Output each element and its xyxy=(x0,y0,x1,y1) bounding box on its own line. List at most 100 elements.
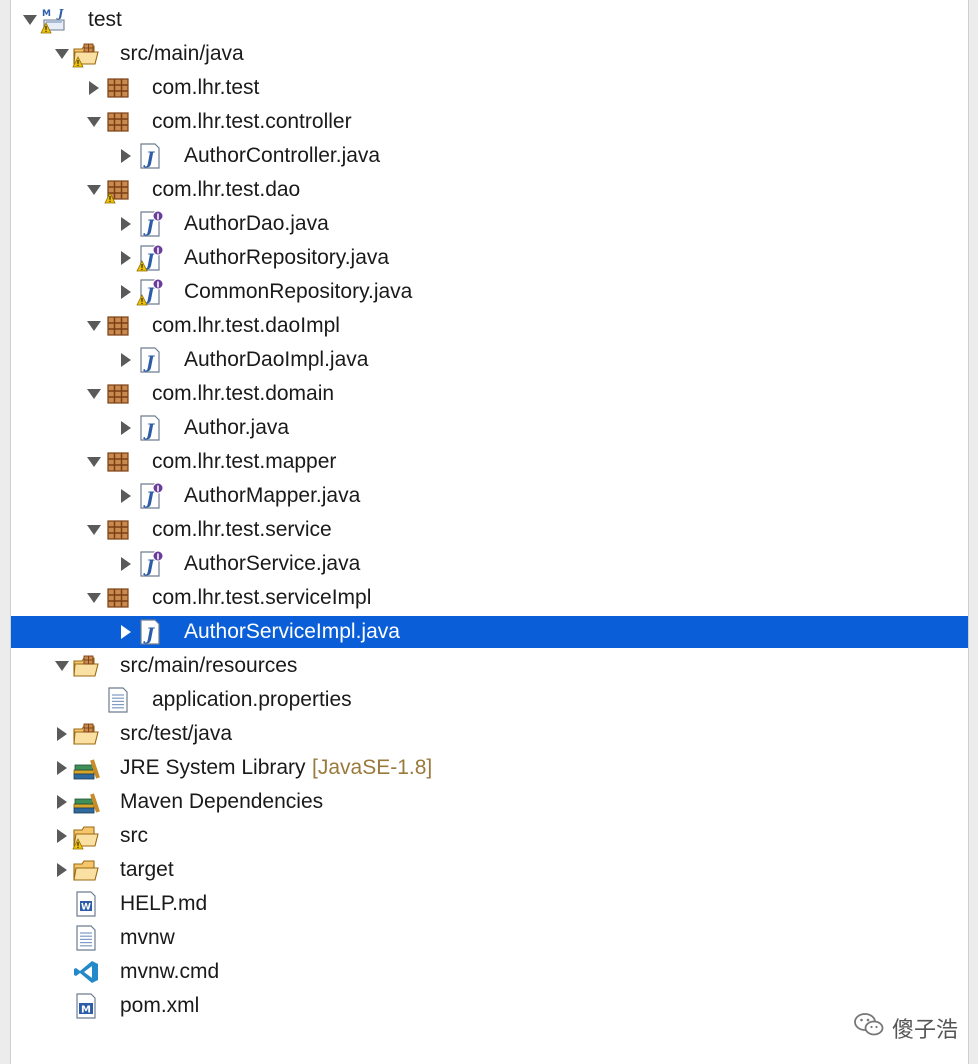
expanded-twisty-icon[interactable] xyxy=(19,4,41,36)
tree-item-com-lhr-test-service[interactable]: com.lhr.test.service xyxy=(11,514,968,546)
tree-item-authorrepository-java[interactable]: J I AuthorRepository.java xyxy=(11,242,968,274)
expanded-twisty-icon[interactable] xyxy=(83,378,105,410)
tree-item-src-test-java[interactable]: src/test/java xyxy=(11,718,968,750)
tree-item-authorserviceimpl-java[interactable]: J AuthorServiceImpl.java xyxy=(11,616,968,648)
tree-item-test[interactable]: M J test xyxy=(11,4,968,36)
collapsed-twisty-icon[interactable] xyxy=(115,616,137,648)
java-interface-icon: JI xyxy=(136,550,164,578)
tree-item-com-lhr-test-daoimpl[interactable]: com.lhr.test.daoImpl xyxy=(11,310,968,342)
maven-project-warning-icon: MJ xyxy=(40,6,68,34)
package-icon xyxy=(104,584,132,612)
tree-item-help-md[interactable]: W HELP.md xyxy=(11,888,968,920)
collapsed-twisty-icon[interactable] xyxy=(115,140,137,172)
tree-item-label: com.lhr.test.daoImpl xyxy=(152,314,340,337)
expanded-twisty-icon[interactable] xyxy=(83,310,105,342)
tree-item-label: AuthorServiceImpl.java xyxy=(184,620,400,643)
library-icon xyxy=(72,788,100,816)
tree-item-com-lhr-test-dao[interactable]: com.lhr.test.dao xyxy=(11,174,968,206)
tree-item-authorservice-java[interactable]: J I AuthorService.java xyxy=(11,548,968,580)
expanded-twisty-icon[interactable] xyxy=(83,514,105,546)
java-interface-icon: JI xyxy=(136,210,164,238)
tree-item-com-lhr-test-controller[interactable]: com.lhr.test.controller xyxy=(11,106,968,138)
collapsed-twisty-icon[interactable] xyxy=(115,480,137,512)
tree-item-com-lhr-test[interactable]: com.lhr.test xyxy=(11,72,968,104)
package-icon xyxy=(104,312,132,340)
expanded-twisty-icon[interactable] xyxy=(83,174,105,206)
tree-item-label: Author.java xyxy=(184,416,290,439)
java-interface-warning-icon: JI xyxy=(136,244,164,272)
expanded-twisty-icon[interactable] xyxy=(83,446,105,478)
tree-item-label: HELP.md xyxy=(120,892,208,915)
tree-item-label: test xyxy=(88,8,122,31)
folder-icon xyxy=(72,856,100,884)
tree-item-label: com.lhr.test.service xyxy=(152,518,332,541)
watermark: 傻子浩 xyxy=(854,1012,958,1044)
expanded-twisty-icon[interactable] xyxy=(83,106,105,138)
collapsed-twisty-icon[interactable] xyxy=(51,854,73,886)
collapsed-twisty-icon[interactable] xyxy=(51,752,73,784)
text-file-icon xyxy=(104,686,132,714)
tree-item-authorcontroller-java[interactable]: J AuthorController.java xyxy=(11,140,968,172)
tree-item-label: mvnw xyxy=(120,926,175,949)
tree-item-mvnw-cmd[interactable]: mvnw.cmd xyxy=(11,956,968,988)
tree-item-authormapper-java[interactable]: J I AuthorMapper.java xyxy=(11,480,968,512)
source-folder-warning-icon xyxy=(72,40,100,68)
tree-item-application-properties[interactable]: application.properties xyxy=(11,684,968,716)
java-interface-icon: JI xyxy=(136,482,164,510)
tree-item-decoration: [JavaSE-1.8] xyxy=(312,756,433,779)
expanded-twisty-icon[interactable] xyxy=(51,650,73,682)
package-icon xyxy=(104,108,132,136)
collapsed-twisty-icon[interactable] xyxy=(51,718,73,750)
collapsed-twisty-icon[interactable] xyxy=(51,820,73,852)
tree-item-label: AuthorService.java xyxy=(184,552,361,575)
tree-item-author-java[interactable]: J Author.java xyxy=(11,412,968,444)
folder-warning-icon xyxy=(72,822,100,850)
tree-item-commonrepository-java[interactable]: J I CommonRepository.java xyxy=(11,276,968,308)
package-explorer-tree: M Jtest src/main/java com.lhr.test com.lhr.t… xyxy=(10,0,969,1064)
tree-item-label: AuthorDaoImpl.java xyxy=(184,348,369,371)
tree-item-label: com.lhr.test.controller xyxy=(152,110,352,133)
java-class-icon: J xyxy=(136,618,164,646)
source-folder-icon xyxy=(72,720,100,748)
svg-text:I: I xyxy=(157,247,160,256)
tree-item-com-lhr-test-serviceimpl[interactable]: com.lhr.test.serviceImpl xyxy=(11,582,968,614)
collapsed-twisty-icon[interactable] xyxy=(115,548,137,580)
expanded-twisty-icon[interactable] xyxy=(51,38,73,70)
tree-item-jre-system-library[interactable]: JRE System Library [JavaSE-1.8] xyxy=(11,752,968,784)
svg-text:M: M xyxy=(42,9,51,19)
tree-item-mvnw[interactable]: mvnw xyxy=(11,922,968,954)
tree-item-pom-xml[interactable]: Mpom.xml xyxy=(11,990,968,1022)
expanded-twisty-icon[interactable] xyxy=(83,582,105,614)
collapsed-twisty-icon[interactable] xyxy=(115,208,137,240)
markdown-file-icon: W xyxy=(72,890,100,918)
collapsed-twisty-icon[interactable] xyxy=(115,412,137,444)
tree-item-src-main-resources[interactable]: src/main/resources xyxy=(11,650,968,682)
tree-item-label: com.lhr.test.dao xyxy=(152,178,301,201)
tree-item-com-lhr-test-mapper[interactable]: com.lhr.test.mapper xyxy=(11,446,968,478)
tree-item-label: AuthorRepository.java xyxy=(184,246,390,269)
collapsed-twisty-icon[interactable] xyxy=(115,344,137,376)
tree-item-authordaoimpl-java[interactable]: J AuthorDaoImpl.java xyxy=(11,344,968,376)
source-folder-icon xyxy=(72,652,100,680)
tree-item-label: AuthorController.java xyxy=(184,144,381,167)
tree-item-label: target xyxy=(120,858,174,881)
tree-item-maven-dependencies[interactable]: Maven Dependencies xyxy=(11,786,968,818)
tree-item-authordao-java[interactable]: J I AuthorDao.java xyxy=(11,208,968,240)
svg-text:I: I xyxy=(157,281,160,290)
tree-item-com-lhr-test-domain[interactable]: com.lhr.test.domain xyxy=(11,378,968,410)
tree-item-src-main-java[interactable]: src/main/java xyxy=(11,38,968,70)
tree-item-target[interactable]: target xyxy=(11,854,968,886)
package-icon xyxy=(104,74,132,102)
collapsed-twisty-icon[interactable] xyxy=(83,72,105,104)
tree-item-label: src/main/resources xyxy=(120,654,298,677)
collapsed-twisty-icon[interactable] xyxy=(115,242,137,274)
package-icon xyxy=(104,516,132,544)
tree-item-label: com.lhr.test xyxy=(152,76,260,99)
collapsed-twisty-icon[interactable] xyxy=(115,276,137,308)
collapsed-twisty-icon[interactable] xyxy=(51,786,73,818)
text-file-icon xyxy=(72,924,100,952)
library-icon xyxy=(72,754,100,782)
tree-item-label: com.lhr.test.mapper xyxy=(152,450,337,473)
tree-item-src[interactable]: src xyxy=(11,820,968,852)
package-warning-icon xyxy=(104,176,132,204)
